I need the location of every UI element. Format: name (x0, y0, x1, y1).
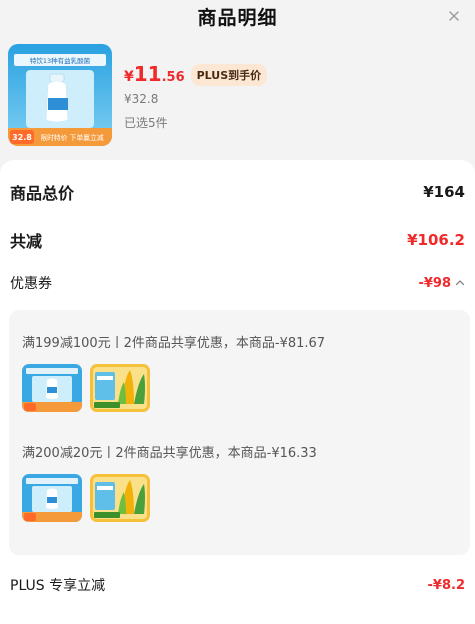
plus-price-badge: PLUS到手价 (190, 64, 268, 86)
coupon-1-products (22, 364, 150, 412)
reduce-value: ¥106.2 (407, 231, 465, 249)
yogurt-product-thumb[interactable] (22, 364, 82, 412)
reduce-row: 共减 ¥106.2 (10, 228, 465, 252)
reduce-label: 共减 (10, 232, 43, 251)
chevron-up-icon[interactable] (455, 278, 465, 288)
selected-count: 已选5件 (124, 116, 168, 130)
price-integer: 11 (133, 62, 162, 86)
total-label: 商品总价 (10, 184, 75, 203)
coupon-2-products (22, 474, 150, 522)
total-row: 商品总价 ¥164 (10, 180, 465, 204)
coupon-row[interactable]: 优惠券 -¥98 (10, 273, 465, 293)
product-image[interactable]: 特饮13种有益乳酸菌 32.8 限时特价 下单赢立减 (8, 44, 112, 146)
coupon-rule-1: 满199减100元丨2件商品共享优惠，本商品-¥81.67 (22, 336, 326, 351)
yogurt-product-thumb[interactable] (22, 474, 82, 522)
total-value: ¥164 (423, 183, 465, 201)
coupon-value: -¥98 (418, 275, 451, 291)
price-decimal: .56 (161, 70, 185, 85)
image-price-tag: 32.8 (12, 133, 32, 142)
price-row: ¥ 11 .56 PLUS到手价 (124, 62, 268, 90)
coupon-rule-2: 满200减20元丨2件商品共享优惠，本商品-¥16.33 (22, 446, 317, 461)
image-promo-text: 限时特价 下单赢立减 (40, 133, 104, 142)
plus-discount-row: PLUS 专享立减 -¥8.2 (10, 575, 465, 595)
product-summary: 特饮13种有益乳酸菌 32.8 限时特价 下单赢立减 ¥ 11 .56 PLUS… (8, 44, 468, 148)
coupon-value-group: -¥98 (418, 276, 465, 291)
price-currency: ¥ (124, 69, 134, 85)
close-icon[interactable] (447, 9, 461, 23)
coupon-detail-panel: 满199减100元丨2件商品共享优惠，本商品-¥81.67 满200减20元丨2… (9, 310, 470, 555)
corn-product-thumb[interactable] (90, 364, 150, 412)
original-price: ¥32.8 (124, 92, 159, 106)
image-banner-text: 特饮13种有益乳酸菌 (30, 56, 91, 65)
price-detail-card: 商品总价 ¥164 共减 ¥106.2 优惠券 -¥98 满199减100元丨2… (0, 160, 475, 624)
plus-discount-value: -¥8.2 (427, 577, 465, 593)
coupon-label: 优惠券 (10, 276, 52, 292)
page-title: 商品明细 (197, 7, 278, 29)
header: 商品明细 (0, 0, 475, 36)
plus-discount-label: PLUS 专享立减 (10, 578, 106, 594)
corn-product-thumb[interactable] (90, 474, 150, 522)
